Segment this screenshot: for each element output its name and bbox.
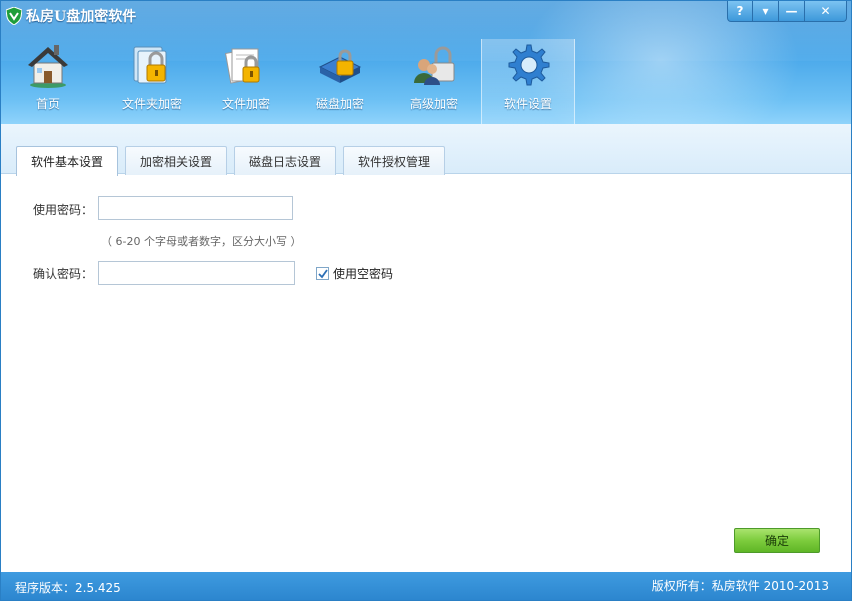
app-window: 私房U盘加密软件 ? ▾ — ✕ 首页 文件夹加密 文件加密 磁盘加密 高级加密… bbox=[0, 0, 852, 601]
tab-encryption-settings[interactable]: 加密相关设置 bbox=[125, 146, 228, 175]
toolbar-item-settings[interactable]: 软件设置 bbox=[481, 39, 575, 124]
empty-password-label: 使用空密码 bbox=[333, 267, 394, 281]
users-lock-icon bbox=[414, 46, 455, 85]
file-lock-icon bbox=[225, 48, 260, 84]
main-toolbar: 首页 文件夹加密 文件加密 磁盘加密 高级加密 软件设置 bbox=[11, 39, 575, 124]
password-hint: （ 6-20 个字母或者数字，区分大小写 ） bbox=[101, 235, 302, 248]
checkbox-box[interactable] bbox=[316, 267, 329, 280]
checkmark-icon bbox=[317, 268, 328, 278]
toolbar-item-disk-encrypt[interactable]: 磁盘加密 bbox=[293, 39, 387, 123]
menu-button[interactable]: ▾ bbox=[753, 1, 779, 22]
minimize-button[interactable]: — bbox=[779, 1, 805, 22]
toolbar-label: 高级加密 bbox=[409, 97, 458, 111]
toolbar-label: 文件加密 bbox=[221, 97, 270, 111]
tab-basic-settings[interactable]: 软件基本设置 bbox=[16, 146, 119, 176]
home-icon bbox=[28, 45, 68, 88]
title-bar: 私房U盘加密软件 bbox=[6, 6, 136, 26]
toolbar-item-advanced-encrypt[interactable]: 高级加密 bbox=[387, 39, 481, 123]
gear-icon bbox=[508, 44, 550, 86]
folder-lock-icon bbox=[133, 46, 167, 84]
empty-password-checkbox[interactable]: 使用空密码 bbox=[316, 265, 393, 282]
toolbar-label: 磁盘加密 bbox=[315, 97, 364, 111]
toolbar-label: 首页 bbox=[35, 97, 60, 111]
disk-lock-icon bbox=[318, 49, 362, 83]
tab-disk-log-settings[interactable]: 磁盘日志设置 bbox=[234, 146, 337, 175]
status-bar: 程序版本：2.5.425 版权所有：私房软件 2010-2013 bbox=[1, 572, 851, 600]
password-field[interactable] bbox=[98, 196, 293, 220]
toolbar-item-file-encrypt[interactable]: 文件加密 bbox=[199, 39, 293, 123]
toolbar-label: 软件设置 bbox=[503, 97, 552, 111]
confirm-password-label: 确认密码： bbox=[33, 267, 94, 281]
settings-tabs: 软件基本设置 加密相关设置 磁盘日志设置 软件授权管理 bbox=[1, 124, 851, 176]
toolbar-label: 文件夹加密 bbox=[121, 97, 182, 111]
window-title: 私房U盘加密软件 bbox=[26, 9, 137, 25]
copyright-text: 版权所有：私房软件 2010-2013 bbox=[651, 579, 829, 593]
version-text: 程序版本：2.5.425 bbox=[15, 581, 121, 595]
close-button[interactable]: ✕ bbox=[805, 1, 847, 22]
shield-logo-icon bbox=[6, 7, 22, 25]
toolbar-item-home[interactable]: 首页 bbox=[1, 39, 95, 123]
ok-button[interactable]: 确定 bbox=[734, 528, 820, 553]
password-label: 使用密码： bbox=[33, 203, 94, 217]
help-button[interactable]: ? bbox=[727, 1, 753, 22]
header-banner: 私房U盘加密软件 ? ▾ — ✕ 首页 文件夹加密 文件加密 磁盘加密 高级加密… bbox=[1, 1, 851, 124]
window-controls: ? ▾ — ✕ bbox=[727, 1, 847, 22]
confirm-password-field[interactable] bbox=[98, 261, 295, 285]
toolbar-item-folder-encrypt[interactable]: 文件夹加密 bbox=[105, 39, 199, 123]
tab-license-management[interactable]: 软件授权管理 bbox=[343, 146, 446, 175]
